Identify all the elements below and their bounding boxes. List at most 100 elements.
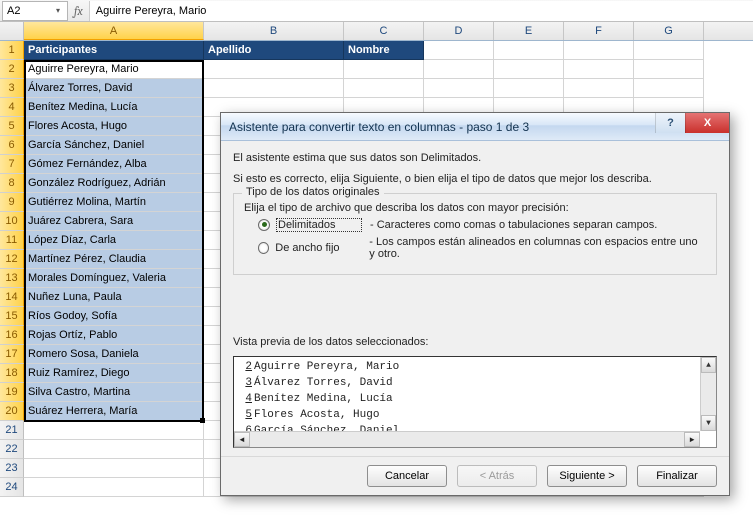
row-header[interactable]: 13 [0, 269, 24, 288]
cell-D[interactable] [424, 41, 494, 60]
cell-B[interactable] [204, 79, 344, 98]
column-header-A[interactable]: A [24, 22, 204, 40]
cell-A[interactable] [24, 459, 204, 478]
cell-A[interactable]: Participantes [24, 41, 204, 60]
column-header-D[interactable]: D [424, 22, 494, 40]
cell-A[interactable]: Silva Castro, Martina [24, 383, 204, 402]
row-header[interactable]: 24 [0, 478, 24, 497]
cell-A[interactable]: Romero Sosa, Daniela [24, 345, 204, 364]
preview-line: 2Aguirre Pereyra, Mario [234, 359, 716, 375]
cell-A[interactable]: López Díaz, Carla [24, 231, 204, 250]
cell-E[interactable] [494, 41, 564, 60]
cell-A[interactable] [24, 421, 204, 440]
row-header[interactable]: 8 [0, 174, 24, 193]
preview-scroll-vertical[interactable]: ▲ ▼ [700, 357, 716, 431]
cell-A[interactable]: Rojas Ortíz, Pablo [24, 326, 204, 345]
radio-delimited-row[interactable]: Delimitados - Caracteres como comas o ta… [258, 218, 706, 232]
cell-A[interactable]: González Rodríguez, Adrián [24, 174, 204, 193]
cell-A[interactable]: Gutiérrez Molina, Martín [24, 193, 204, 212]
row-header[interactable]: 3 [0, 79, 24, 98]
cell-G[interactable] [634, 60, 704, 79]
cell-A[interactable]: Gómez Fernández, Alba [24, 155, 204, 174]
row-header[interactable]: 12 [0, 250, 24, 269]
row-header[interactable]: 19 [0, 383, 24, 402]
cell-A[interactable]: Flores Acosta, Hugo [24, 117, 204, 136]
scroll-right-icon[interactable]: ► [684, 432, 700, 447]
cell-A[interactable]: Juárez Cabrera, Sara [24, 212, 204, 231]
column-header-G[interactable]: G [634, 22, 704, 40]
back-button[interactable]: < Atrás [457, 465, 537, 487]
row-header[interactable]: 15 [0, 307, 24, 326]
help-button[interactable]: ? [655, 113, 685, 133]
row-header[interactable]: 10 [0, 212, 24, 231]
column-header-E[interactable]: E [494, 22, 564, 40]
row-header[interactable]: 20 [0, 402, 24, 421]
row-header[interactable]: 7 [0, 155, 24, 174]
cell-A[interactable]: Morales Domínguez, Valeria [24, 269, 204, 288]
fx-group: fx [74, 4, 83, 18]
cell-D[interactable] [424, 60, 494, 79]
preview-line: 4Benítez Medina, Lucía [234, 391, 716, 407]
row-header[interactable]: 2 [0, 60, 24, 79]
row-header[interactable]: 21 [0, 421, 24, 440]
cell-A[interactable]: Ruiz Ramírez, Diego [24, 364, 204, 383]
cell-B[interactable]: Apellido [204, 41, 344, 60]
cell-G[interactable] [634, 41, 704, 60]
row-header[interactable]: 1 [0, 41, 24, 60]
cell-C[interactable] [344, 60, 424, 79]
cell-A[interactable]: Nuñez Luna, Paula [24, 288, 204, 307]
row-header[interactable]: 22 [0, 440, 24, 459]
scroll-up-icon[interactable]: ▲ [701, 357, 716, 373]
cell-F[interactable] [564, 41, 634, 60]
next-button[interactable]: Siguiente > [547, 465, 627, 487]
cell-F[interactable] [564, 60, 634, 79]
row-header[interactable]: 17 [0, 345, 24, 364]
chevron-down-icon[interactable]: ▾ [53, 6, 63, 16]
radio-delimited[interactable] [258, 219, 270, 231]
cell-A[interactable]: Martínez Pérez, Claudia [24, 250, 204, 269]
select-all-corner[interactable] [0, 22, 24, 40]
cell-A[interactable]: Benítez Medina, Lucía [24, 98, 204, 117]
radio-fixedwidth-desc: - Los campos están alineados en columnas… [369, 236, 706, 260]
cell-A[interactable]: Aguirre Pereyra, Mario [24, 60, 204, 79]
row-header[interactable]: 9 [0, 193, 24, 212]
column-header-B[interactable]: B [204, 22, 344, 40]
cell-A[interactable]: Álvarez Torres, David [24, 79, 204, 98]
cell-E[interactable] [494, 79, 564, 98]
scroll-left-icon[interactable]: ◄ [234, 432, 250, 447]
dialog-title: Asistente para convertir texto en column… [229, 120, 529, 134]
formula-input[interactable]: Aguirre Pereyra, Mario [89, 1, 753, 21]
dialog-titlebar[interactable]: Asistente para convertir texto en column… [221, 113, 729, 141]
column-header-C[interactable]: C [344, 22, 424, 40]
cell-C[interactable]: Nombre [344, 41, 424, 60]
scroll-down-icon[interactable]: ▼ [701, 415, 716, 431]
cell-A[interactable]: García Sánchez, Daniel [24, 136, 204, 155]
cell-A[interactable] [24, 440, 204, 459]
cell-B[interactable] [204, 60, 344, 79]
cell-E[interactable] [494, 60, 564, 79]
row-header[interactable]: 23 [0, 459, 24, 478]
column-header-F[interactable]: F [564, 22, 634, 40]
row-header[interactable]: 18 [0, 364, 24, 383]
row-header[interactable]: 4 [0, 98, 24, 117]
row-header[interactable]: 5 [0, 117, 24, 136]
cell-C[interactable] [344, 79, 424, 98]
radio-fixedwidth[interactable] [258, 242, 269, 254]
cell-F[interactable] [564, 79, 634, 98]
row-header[interactable]: 11 [0, 231, 24, 250]
cancel-button[interactable]: Cancelar [367, 465, 447, 487]
cell-G[interactable] [634, 79, 704, 98]
radio-fixedwidth-row[interactable]: De ancho fijo - Los campos están alinead… [258, 236, 706, 260]
row-header[interactable]: 14 [0, 288, 24, 307]
fx-icon[interactable]: fx [74, 4, 83, 18]
row-header[interactable]: 16 [0, 326, 24, 345]
cell-D[interactable] [424, 79, 494, 98]
cell-A[interactable] [24, 478, 204, 497]
name-box[interactable]: A2 ▾ [2, 1, 68, 21]
row-header[interactable]: 6 [0, 136, 24, 155]
cell-A[interactable]: Suárez Herrera, María [24, 402, 204, 421]
close-button[interactable]: X [685, 113, 729, 133]
finish-button[interactable]: Finalizar [637, 465, 717, 487]
preview-scroll-horizontal[interactable]: ◄ ► [234, 431, 700, 447]
cell-A[interactable]: Ríos Godoy, Sofía [24, 307, 204, 326]
